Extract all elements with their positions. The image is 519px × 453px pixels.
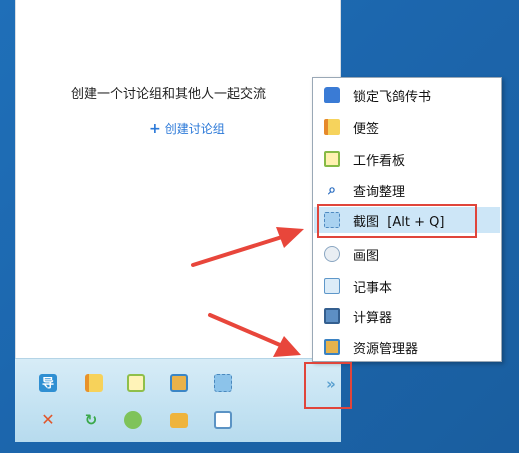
- menu-item-explorer[interactable]: 资源管理器: [314, 334, 500, 360]
- menu-item-search[interactable]: ⌕ 查询整理: [314, 177, 500, 203]
- whiteboard-icon: [324, 151, 340, 167]
- bottom-toolbar: 导 » ✕ ↻: [15, 358, 341, 442]
- plus-icon: +: [149, 121, 161, 137]
- expand-highlight-box: [304, 362, 352, 409]
- menu-item-calculator[interactable]: 计算器: [314, 303, 500, 329]
- notepad-icon: [324, 278, 340, 294]
- notes-icon[interactable]: [85, 374, 103, 392]
- create-discussion-group-label: 创建讨论组: [164, 122, 225, 136]
- sync-icon[interactable]: ↻: [82, 411, 100, 429]
- screenshot-highlight-box: [317, 204, 477, 238]
- whiteboard-icon[interactable]: [127, 374, 145, 392]
- palette-icon: [324, 246, 340, 262]
- create-discussion-group-link[interactable]: + 创建讨论组: [149, 120, 225, 137]
- explorer-icon: [324, 339, 340, 355]
- menu-item-notepad[interactable]: 记事本: [314, 273, 500, 299]
- sticky-note-icon: [324, 119, 340, 135]
- file-manager-icon[interactable]: [170, 374, 188, 392]
- search-icon: ⌕: [328, 182, 336, 198]
- menu-item-work-board[interactable]: 工作看板: [314, 146, 500, 172]
- empty-state-text: 创建一个讨论组和其他人一起交流: [70, 87, 266, 102]
- menu-item-sticky-note[interactable]: 便签: [314, 114, 500, 140]
- menu-item-lock[interactable]: 锁定飞鸽传书: [314, 82, 500, 108]
- menu-item-paint[interactable]: 画图: [314, 241, 500, 267]
- contacts-icon[interactable]: [124, 411, 142, 429]
- navigate-icon[interactable]: 导: [39, 374, 57, 392]
- chat-icon[interactable]: [214, 411, 232, 429]
- folder-icon[interactable]: [170, 413, 188, 428]
- lock-icon: [324, 87, 340, 103]
- screenshot-icon[interactable]: [214, 374, 232, 392]
- tools-icon[interactable]: ✕: [39, 411, 57, 429]
- calculator-icon: [324, 308, 340, 324]
